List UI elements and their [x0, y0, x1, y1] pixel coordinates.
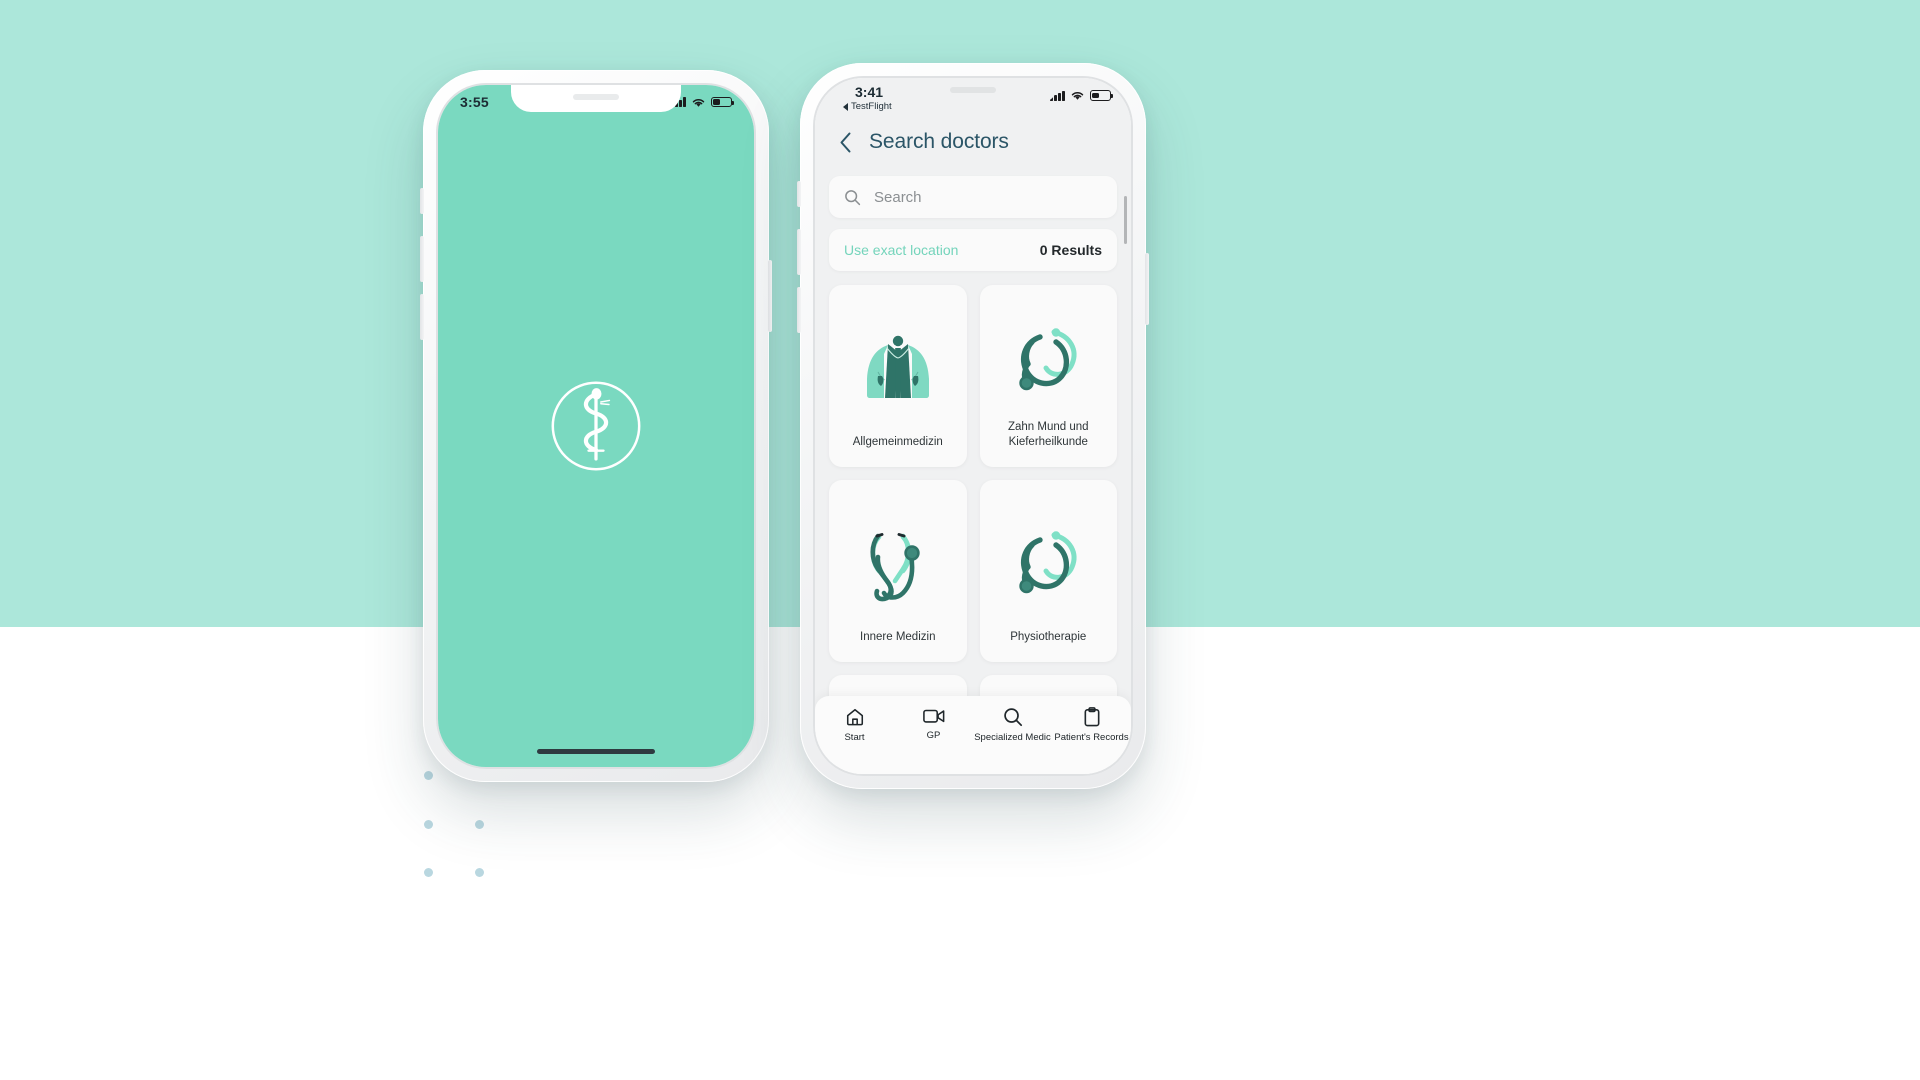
specialty-card[interactable]: Zahn Mund und Kieferheilkunde	[979, 285, 1117, 467]
volume-up-button[interactable]	[797, 229, 801, 275]
card-artwork	[839, 307, 957, 435]
dot	[475, 868, 484, 877]
use-exact-location-button[interactable]: Use exact location	[844, 242, 958, 258]
rod-of-asclepius-logo	[551, 381, 641, 471]
search-icon	[845, 189, 861, 205]
status-time: 3:55	[460, 94, 489, 110]
battery-icon	[711, 96, 734, 108]
mute-switch[interactable]	[797, 181, 801, 207]
status-icons	[671, 96, 734, 108]
bottom-tab-bar: Start GP Specialized Medic Patient's Rec…	[815, 696, 1131, 774]
phone-mockup-splash: 3:55	[420, 70, 772, 782]
tab-label: GP	[926, 730, 941, 741]
tab-specialized-medic[interactable]: Specialized Medic	[973, 707, 1052, 743]
chevron-left-icon	[840, 132, 850, 152]
phone-mockup-search: 3:41 TestFlight Search doctors Search Us…	[797, 63, 1149, 789]
lab-coat-icon	[866, 336, 929, 399]
back-triangle-icon	[843, 102, 848, 111]
card-label: Physiotherapie	[1010, 631, 1087, 644]
card-artwork	[990, 307, 1108, 420]
tab-gp[interactable]: GP	[894, 707, 973, 741]
home-icon	[846, 708, 863, 726]
dot	[424, 868, 433, 877]
stethoscope-double-icon	[1019, 531, 1077, 594]
status-icons	[1050, 90, 1113, 101]
tab-label: Patient's Records	[1054, 732, 1129, 743]
card-label: Allgemeinmedizin	[852, 436, 943, 449]
location-row[interactable]: Use exact location 0 Results	[829, 229, 1117, 271]
back-button[interactable]	[835, 132, 855, 152]
search-icon	[1003, 708, 1022, 727]
phone-bezel: 3:55	[436, 83, 756, 769]
dot	[475, 819, 484, 829]
power-button[interactable]	[1145, 253, 1149, 325]
splash-screen: 3:55	[438, 85, 754, 767]
phone-bezel: 3:41 TestFlight Search doctors Search Us…	[813, 76, 1133, 776]
tab-label: Start	[844, 732, 865, 743]
volume-up-button[interactable]	[420, 236, 424, 282]
return-to-testflight-link[interactable]: TestFlight	[835, 101, 892, 112]
earpiece-speaker	[573, 94, 619, 100]
battery-icon	[1090, 90, 1113, 101]
wifi-icon	[1071, 92, 1084, 100]
status-time: 3:41	[855, 84, 884, 100]
specialty-card[interactable]: Physiotherapie	[979, 480, 1117, 662]
search-doctors-screen: 3:41 TestFlight Search doctors Search Us…	[815, 78, 1131, 774]
home-indicator	[537, 749, 655, 754]
tab-start[interactable]: Start	[815, 707, 894, 743]
dot	[424, 819, 433, 829]
scrollable-content[interactable]: Search Use exact location 0 Results Allg…	[815, 166, 1131, 774]
stethoscope-icon	[870, 533, 920, 602]
dot	[424, 771, 433, 780]
tab-patients-records[interactable]: Patient's Records	[1052, 707, 1131, 743]
page-title: Search doctors	[869, 130, 1009, 153]
splash-logo-container	[438, 85, 754, 767]
card-artwork	[990, 502, 1108, 630]
specialty-card[interactable]: Allgemeinmedizin	[829, 285, 967, 467]
results-count: 0 Results	[1039, 242, 1102, 258]
wifi-icon	[692, 98, 705, 107]
testflight-label: TestFlight	[851, 101, 892, 112]
volume-down-button[interactable]	[420, 294, 424, 340]
video-camera-icon	[922, 709, 944, 723]
power-button[interactable]	[768, 260, 772, 332]
vertical-scrollbar[interactable]	[1124, 196, 1127, 244]
notch	[888, 78, 1058, 104]
search-input[interactable]: Search	[829, 176, 1117, 218]
specialty-card[interactable]: Innere Medizin	[829, 480, 967, 662]
card-label: Zahn Mund und Kieferheilkunde	[1007, 420, 1089, 449]
earpiece-speaker	[950, 87, 996, 93]
screenshot-stage: 3:55 3:41 TestFlight Search doctors Sear…	[0, 0, 1920, 1080]
stethoscope-double-icon	[1019, 328, 1077, 391]
notch	[511, 85, 681, 112]
search-placeholder: Search	[874, 188, 922, 206]
tab-label: Specialized Medic	[974, 732, 1051, 743]
volume-down-button[interactable]	[797, 287, 801, 333]
clipboard-icon	[1084, 707, 1099, 727]
navigation-bar: Search doctors	[815, 130, 1131, 154]
card-artwork	[839, 502, 957, 630]
card-label: Innere Medizin	[860, 631, 936, 644]
mute-switch[interactable]	[420, 188, 424, 214]
